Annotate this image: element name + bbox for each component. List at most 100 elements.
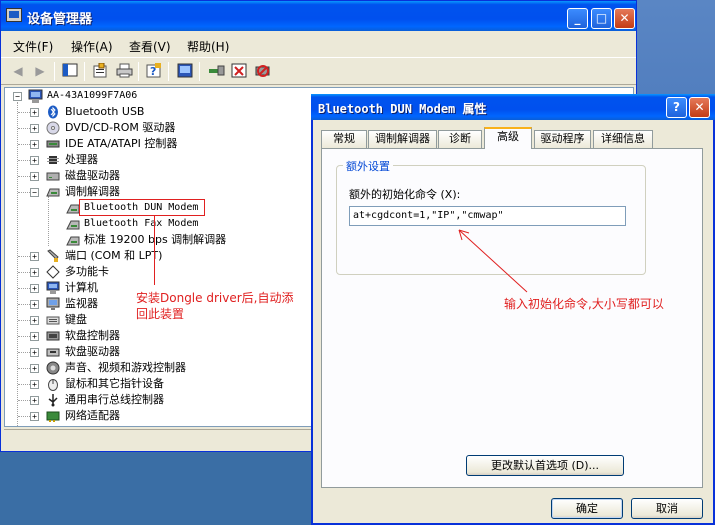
help-button[interactable]: ? (666, 97, 687, 118)
expand-toggle[interactable]: + (30, 300, 39, 309)
ide-icon (46, 137, 60, 151)
tree-connector (48, 196, 49, 246)
tree-item-label: 监视器 (65, 297, 98, 310)
collapse-toggle[interactable]: − (30, 188, 39, 197)
floppy-controller-icon (46, 329, 60, 343)
annotation-arrow (458, 229, 528, 293)
dialog-title: Bluetooth DUN Modem 属性 (318, 102, 487, 116)
dialog-titlebar[interactable]: Bluetooth DUN Modem 属性 ? ✕ (311, 94, 715, 120)
expand-toggle[interactable]: + (30, 172, 39, 181)
change-defaults-button[interactable]: 更改默认首选项 (D)... (466, 455, 624, 476)
device-manager-titlebar[interactable]: 设备管理器 _ □ ✕ (1, 1, 636, 31)
close-button[interactable]: ✕ (614, 8, 635, 29)
tab-diagnostics[interactable]: 诊断 (438, 130, 482, 148)
tree-item-label: 通用串行总线控制器 (65, 393, 164, 406)
group-label: 额外设置 (343, 158, 393, 174)
console-icon[interactable] (176, 63, 194, 80)
toolbar-separator (138, 62, 139, 81)
tree-item-label: 软盘控制器 (65, 329, 120, 342)
tab-modem[interactable]: 调制解调器 (368, 130, 437, 148)
back-icon[interactable]: ◀ (9, 63, 27, 80)
toolbar: ◀ ▶ ? (1, 57, 636, 85)
expand-toggle[interactable]: + (30, 252, 39, 261)
toolbar-separator (84, 62, 85, 81)
modem-device-icon (65, 233, 80, 247)
keyboard-icon (46, 313, 60, 327)
uninstall-icon[interactable] (230, 63, 248, 80)
cdrom-icon (46, 121, 60, 135)
expand-toggle[interactable]: + (30, 332, 39, 341)
modem-device-icon (65, 217, 80, 231)
expand-toggle[interactable]: + (30, 396, 39, 405)
maximize-button[interactable]: □ (591, 8, 612, 29)
window-title: 设备管理器 (27, 12, 93, 27)
expand-toggle[interactable]: + (30, 412, 39, 421)
device-manager-icon (6, 8, 22, 22)
expand-toggle[interactable]: + (30, 156, 39, 165)
tree-item-label: 网络适配器 (65, 409, 120, 422)
modem-device-icon (65, 201, 80, 215)
ok-button[interactable]: 确定 (551, 498, 623, 519)
expand-toggle[interactable]: + (30, 284, 39, 293)
cpu-icon (46, 153, 60, 167)
tree-connector (17, 102, 18, 426)
disk-icon (46, 169, 60, 183)
expand-toggle[interactable]: + (30, 108, 39, 117)
menu-help[interactable]: 帮助(H) (187, 38, 229, 55)
expand-toggle[interactable]: + (30, 140, 39, 149)
tree-item-label: 调制解调器 (65, 185, 120, 198)
multifunction-icon (46, 265, 60, 279)
dialog-close-button[interactable]: ✕ (689, 97, 710, 118)
tree-item-label: 键盘 (65, 313, 87, 326)
expand-toggle[interactable]: + (30, 364, 39, 373)
properties-icon[interactable] (91, 62, 109, 80)
floppy-drive-icon (46, 345, 60, 359)
sound-icon (46, 361, 60, 375)
port-icon (46, 249, 60, 263)
tree-item-label: 鼠标和其它指针设备 (65, 377, 164, 390)
show-hide-tree-icon[interactable] (61, 63, 79, 80)
menu-bar: 文件(F) 操作(A) 查看(V) 帮助(H) (1, 35, 636, 56)
toolbar-separator (199, 62, 200, 81)
toolbar-separator (54, 62, 55, 81)
expand-toggle[interactable]: + (30, 380, 39, 389)
expand-toggle[interactable]: + (30, 268, 39, 277)
annotation-right: 输入初始化命令,大小写都可以 (504, 297, 664, 311)
tab-driver[interactable]: 驱动程序 (534, 130, 591, 148)
menu-file[interactable]: 文件(F) (13, 38, 53, 55)
bluetooth-icon (46, 105, 60, 119)
tree-item-label: 处理器 (65, 153, 98, 166)
cancel-button[interactable]: 取消 (631, 498, 703, 519)
tab-advanced[interactable]: 高级 (484, 127, 532, 149)
menu-view[interactable]: 查看(V) (129, 38, 171, 55)
highlight-box (79, 199, 205, 216)
expand-toggle[interactable]: + (30, 316, 39, 325)
menu-action[interactable]: 操作(A) (71, 38, 113, 55)
usb-icon (46, 393, 60, 407)
expand-toggle[interactable]: + (30, 124, 39, 133)
tree-item-label: 多功能卡 (65, 265, 109, 278)
tab-general[interactable]: 常规 (321, 130, 367, 148)
monitor-icon (46, 297, 60, 311)
tree-item-label: DVD/CD-ROM 驱动器 (65, 121, 176, 134)
help-icon[interactable]: ? (145, 63, 163, 80)
computer-root-icon (28, 89, 43, 103)
modem-icon (46, 185, 60, 199)
init-command-label: 额外的初始化命令 (X): (349, 188, 461, 201)
annotation-pointer (154, 216, 155, 285)
tree-item-label: 计算机 (65, 281, 98, 294)
disable-icon[interactable] (253, 63, 271, 80)
init-command-input[interactable]: at+cgdcont=1,"IP","cmwap" (349, 206, 626, 226)
expand-toggle[interactable]: + (30, 348, 39, 357)
minimize-button[interactable]: _ (567, 8, 588, 29)
tree-item-label: 软盘驱动器 (65, 345, 120, 358)
tab-details[interactable]: 详细信息 (593, 130, 653, 148)
print-icon[interactable] (115, 63, 133, 80)
tree-item-label: 声音、视频和游戏控制器 (65, 361, 186, 374)
tree-item-label: IDE ATA/ATAPI 控制器 (65, 137, 178, 150)
tree-item-label: 端口 (COM 和 LPT) (65, 249, 163, 262)
computer-icon (46, 281, 60, 295)
scan-hardware-icon[interactable] (207, 63, 225, 80)
forward-icon[interactable]: ▶ (31, 63, 49, 80)
advanced-tab-page: 额外设置 额外的初始化命令 (X): at+cgdcont=1,"IP","cm… (321, 148, 703, 488)
